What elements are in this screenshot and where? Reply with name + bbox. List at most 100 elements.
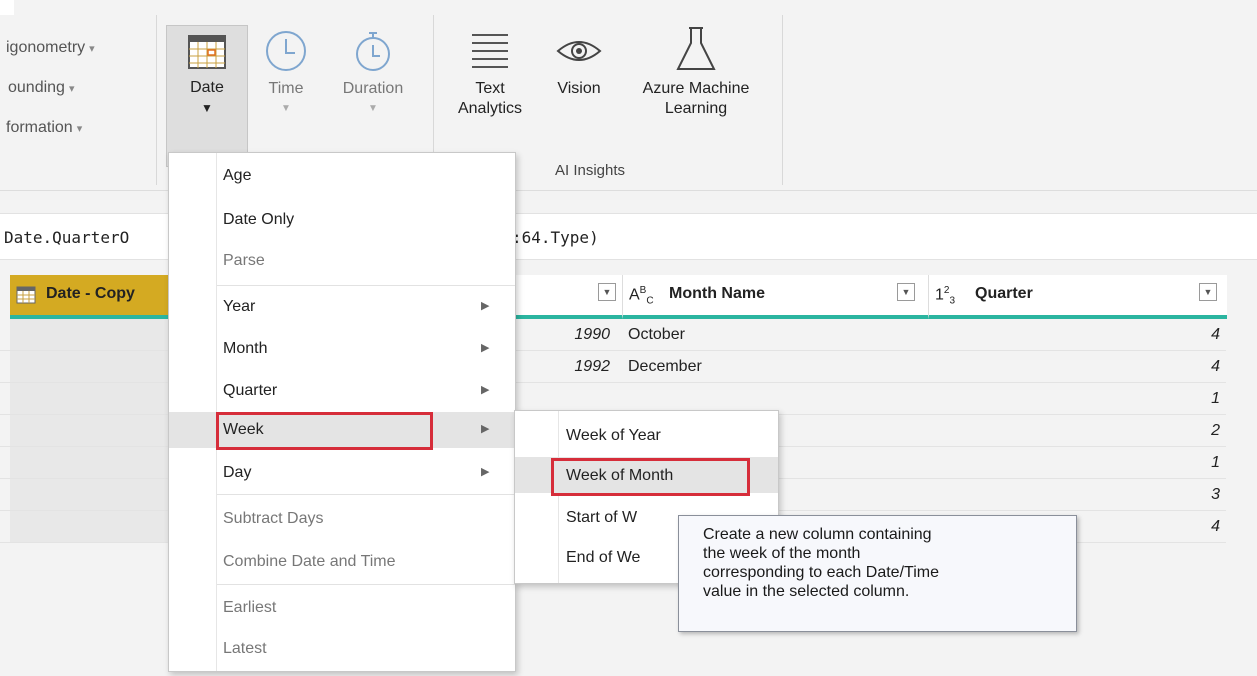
rounding-label: ounding: [8, 79, 65, 96]
submenu-arrow-icon: ▶: [481, 384, 490, 396]
menu-item-day[interactable]: Day ▶: [169, 455, 515, 491]
menu-item-label: Subtract Days: [223, 510, 324, 527]
date-button-label: Date: [190, 79, 224, 96]
trigonometry-label: igonometry: [6, 39, 86, 56]
dropdown-arrow-icon: ▼: [368, 103, 378, 114]
date-copy-header-label: Date - Copy: [46, 285, 135, 302]
menu-item-month[interactable]: Month ▶: [169, 331, 515, 367]
ribbon-rounding[interactable]: ounding ▾: [8, 79, 74, 97]
month-name-cell: October: [628, 326, 685, 343]
quarter-cell: 4: [1211, 358, 1220, 375]
ribbon-divider: [156, 15, 157, 185]
submenu-arrow-icon: ▶: [481, 300, 490, 312]
menu-item-earliest[interactable]: Earliest: [169, 590, 515, 626]
menu-item-parse[interactable]: Parse: [169, 243, 515, 279]
time-button[interactable]: Time ▼: [256, 25, 316, 165]
text-analytics-button[interactable]: Text Analytics: [442, 25, 538, 145]
tooltip-line: value in the selected column.: [703, 583, 910, 600]
column-header-quarter[interactable]: 123 Quarter ▼: [928, 275, 1227, 319]
menu-item-age[interactable]: Age: [169, 158, 515, 194]
month-name-header-label: Month Name: [669, 285, 765, 302]
menu-item-combine-date-time[interactable]: Combine Date and Time: [169, 544, 515, 580]
column-filter-icon[interactable]: ▼: [598, 283, 616, 301]
eye-icon: [556, 41, 602, 61]
date-copy-cell: [10, 447, 170, 478]
tooltip: Create a new column containing the week …: [678, 515, 1077, 632]
formula-text-right: :64.Type): [512, 228, 599, 247]
quarter-cell: 2: [1211, 422, 1220, 439]
menu-item-label: Age: [223, 167, 252, 184]
title-strip: [0, 0, 1257, 15]
date-copy-cell: [10, 479, 170, 510]
number-type-icon: 123: [935, 285, 956, 307]
menu-item-label: Latest: [223, 640, 267, 657]
submenu-arrow-icon: ▶: [481, 423, 490, 435]
vision-button[interactable]: Vision: [544, 25, 614, 145]
column-header-date-copy[interactable]: Date - Copy: [10, 275, 170, 319]
submenu-arrow-icon: ▶: [481, 342, 490, 354]
information-label: formation: [6, 119, 73, 136]
azure-ml-button[interactable]: Azure Machine Learning: [620, 25, 772, 145]
week-of-month-highlight-box: [551, 458, 750, 496]
menu-item-label: Day: [223, 464, 252, 481]
menu-item-label: Earliest: [223, 599, 277, 616]
ribbon-divider: [782, 15, 783, 185]
window-corner: [0, 0, 14, 15]
quarter-cell: 1: [1211, 454, 1220, 471]
year-cell: 1990: [574, 326, 610, 343]
date-button[interactable]: Date ▼: [166, 25, 248, 167]
text-analytics-label-2: Analytics: [457, 100, 523, 117]
dropdown-arrow-icon: ▼: [201, 101, 213, 115]
dropdown-arrow-icon: ▾: [76, 123, 83, 135]
ribbon-trigonometry[interactable]: igonometry ▾: [6, 39, 95, 57]
duration-button-label: Duration: [342, 80, 404, 97]
menu-separator: [217, 584, 515, 585]
menu-separator: [217, 494, 515, 495]
formula-text-left: Date.QuarterO: [4, 228, 130, 247]
text-type-icon: ABC: [629, 285, 654, 307]
menu-item-date-only[interactable]: Date Only: [169, 202, 515, 238]
date-copy-cell: [10, 351, 170, 382]
month-name-cell: December: [628, 358, 702, 375]
date-copy-cell: [10, 511, 170, 542]
text-analytics-label-1: Text: [475, 80, 505, 97]
menu-separator: [217, 285, 515, 286]
dropdown-arrow-icon: ▾: [89, 43, 95, 55]
date-copy-cell: [10, 415, 170, 446]
quarter-cell: 1: [1211, 390, 1220, 407]
duration-button[interactable]: Duration ▼: [326, 25, 420, 165]
time-button-label: Time: [268, 80, 304, 97]
submenu-arrow-icon: ▶: [481, 466, 490, 478]
menu-item-latest[interactable]: Latest: [169, 631, 515, 667]
menu-item-label: Date Only: [223, 211, 295, 228]
text-lines-icon: [472, 34, 508, 68]
ribbon-information[interactable]: formation ▾: [6, 119, 82, 137]
quarter-cell: 4: [1211, 326, 1220, 343]
column-filter-icon[interactable]: ▼: [897, 283, 915, 301]
menu-item-quarter[interactable]: Quarter ▶: [169, 373, 515, 409]
menu-item-subtract-days[interactable]: Subtract Days: [169, 501, 515, 537]
menu-item-label: Month: [223, 340, 268, 357]
quarter-header-label: Quarter: [975, 285, 1033, 302]
azure-ml-label-2: Learning: [664, 100, 728, 117]
week-highlight-box: [216, 412, 433, 450]
tooltip-line: Create a new column containing: [703, 526, 932, 543]
submenu-item-label: Week of Year: [566, 427, 661, 444]
dropdown-arrow-icon: ▾: [68, 83, 75, 95]
calendar-icon: [188, 35, 226, 69]
ai-insights-group-label: AI Insights: [555, 162, 626, 179]
stopwatch-icon: [356, 32, 390, 71]
column-filter-icon[interactable]: ▼: [1199, 283, 1217, 301]
column-header-year[interactable]: ▼: [514, 275, 622, 319]
clock-icon: [266, 31, 306, 71]
submenu-item-label: Start of W: [566, 509, 638, 526]
date-copy-cell: [10, 319, 170, 350]
calendar-icon: [16, 286, 36, 304]
flask-icon: [676, 27, 716, 70]
submenu-item-week-of-year[interactable]: Week of Year: [515, 417, 778, 453]
date-copy-cell: [10, 383, 170, 414]
menu-item-year[interactable]: Year ▶: [169, 289, 515, 325]
azure-ml-label-1: Azure Machine: [642, 80, 750, 97]
column-header-month-name[interactable]: ABC Month Name ▼: [622, 275, 929, 319]
menu-item-label: Parse: [223, 252, 265, 269]
